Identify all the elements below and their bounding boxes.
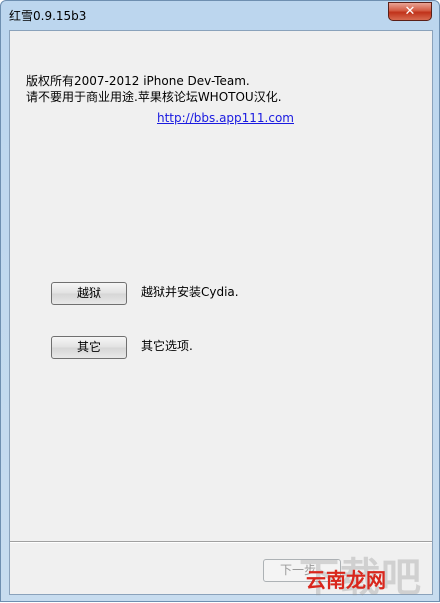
footer-separator [10,541,432,543]
copyright-line-1: 版权所有2007-2012 iPhone Dev-Team. [26,74,250,88]
other-button[interactable]: 其它 [51,336,127,359]
copyright-text: 版权所有2007-2012 iPhone Dev-Team. 请不要用于商业用途… [26,73,282,105]
other-description: 其它选项. [141,339,193,353]
client-area: 版权所有2007-2012 iPhone Dev-Team. 请不要用于商业用途… [9,30,433,601]
watermark-logo: 云南龙网 [306,568,386,592]
copyright-line-2: 请不要用于商业用途.苹果核论坛WHOTOU汉化. [26,90,282,104]
title-bar[interactable]: 红雪0.9.15b3 ✕ [1,1,439,29]
forum-link[interactable]: http://bbs.app111.com [157,111,294,125]
jailbreak-button[interactable]: 越狱 [51,282,127,305]
close-icon: ✕ [404,4,416,19]
jailbreak-description: 越狱并安装Cydia. [141,285,239,299]
app-window: 红雪0.9.15b3 ✕ 版权所有2007-2012 iPhone Dev-Te… [0,0,440,602]
window-title: 红雪0.9.15b3 [9,9,87,23]
close-button[interactable]: ✕ [388,2,432,21]
